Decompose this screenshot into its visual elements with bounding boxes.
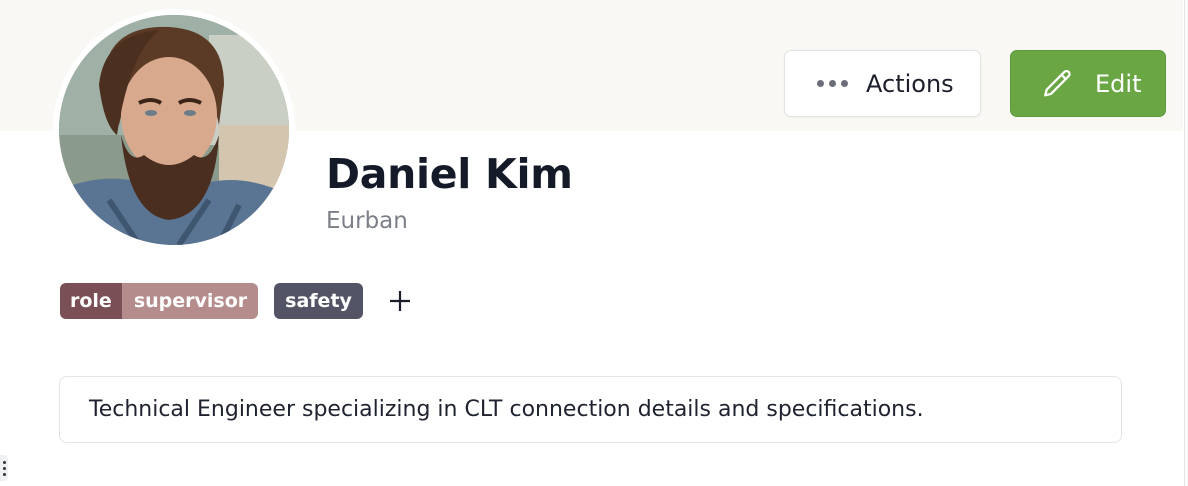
drag-handle-icon[interactable] [0,455,8,481]
plus-icon [389,291,410,311]
pencil-icon [1044,69,1071,96]
tag-safety[interactable]: safety [274,283,363,319]
page-edge [1184,0,1188,486]
profile-page: Actions Edit Daniel Kim Eurban role supe… [0,0,1188,486]
actions-button[interactable]: Actions [784,50,981,117]
tag-value: supervisor [122,283,259,319]
add-tag-button[interactable] [385,286,415,316]
tag-role-supervisor[interactable]: role supervisor [60,283,259,319]
edit-button[interactable]: Edit [1010,50,1166,117]
profile-company: Eurban [326,208,408,234]
avatar-photo [59,15,289,245]
edit-label: Edit [1095,69,1142,98]
actions-label: Actions [866,69,954,98]
tag-list: role supervisor safety [60,283,415,319]
profile-description: Technical Engineer specializing in CLT c… [59,376,1122,443]
profile-name: Daniel Kim [326,150,573,198]
more-horizontal-icon [817,80,848,87]
tag-key: role [60,283,123,319]
avatar [53,9,295,251]
